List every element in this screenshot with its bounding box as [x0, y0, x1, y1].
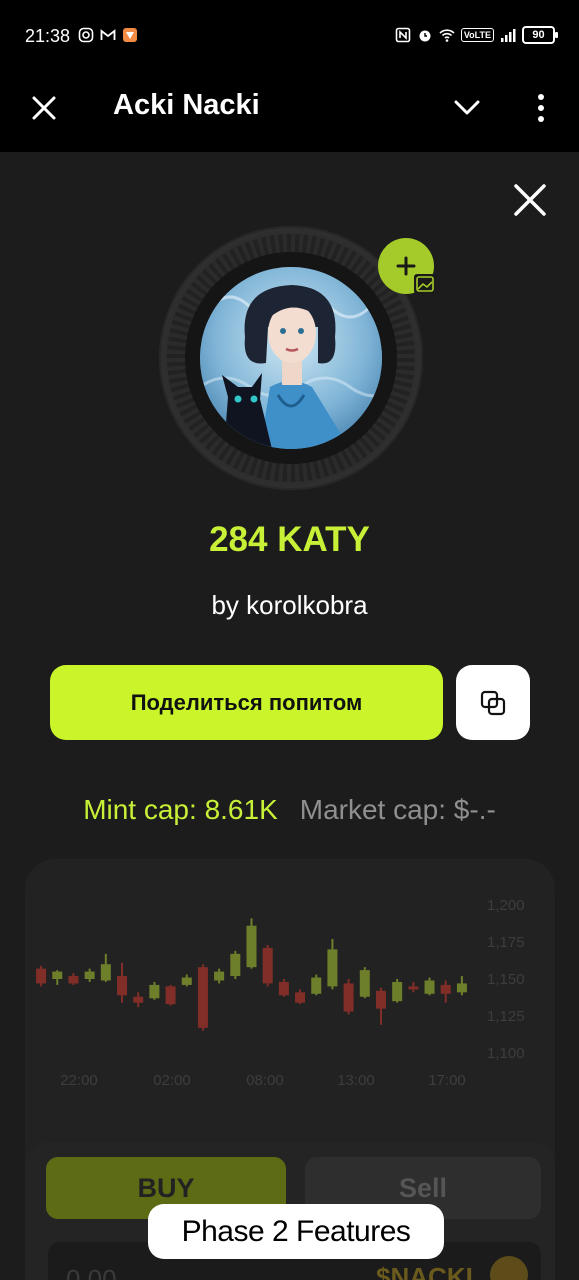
- x-tick-label: 08:00: [246, 1072, 284, 1089]
- mint-cap: Mint cap: 8.61K: [83, 794, 278, 825]
- candle: [68, 973, 79, 985]
- candle: [295, 989, 306, 1005]
- candle: [262, 944, 273, 987]
- battery-icon: 90: [522, 26, 558, 44]
- candle: [424, 977, 435, 996]
- chevron-down-icon[interactable]: [452, 96, 482, 120]
- close-icon[interactable]: [28, 92, 60, 124]
- share-button[interactable]: Поделиться попитом: [50, 665, 443, 740]
- avatar-illustration: [200, 267, 382, 449]
- candle: [278, 979, 289, 997]
- signal-icon: [501, 29, 516, 42]
- system-icons: VoLTE 90: [395, 26, 558, 44]
- candle: [392, 979, 403, 1003]
- candle: [359, 967, 370, 999]
- candle: [117, 962, 128, 1003]
- y-tick-label: 1,175: [487, 934, 525, 951]
- add-image-icon[interactable]: [378, 238, 438, 298]
- candle: [214, 968, 225, 984]
- y-tick-label: 1,100: [487, 1045, 525, 1062]
- candle: [84, 968, 95, 982]
- gmail-icon: [100, 29, 116, 40]
- more-vertical-icon[interactable]: [536, 92, 546, 124]
- candle: [311, 974, 322, 996]
- amount-currency: $NACKL: [376, 1262, 482, 1280]
- candle: [408, 981, 419, 993]
- token-name: 284 KATY: [209, 520, 370, 559]
- close-panel-icon[interactable]: [510, 180, 550, 220]
- status-time: 21:38: [25, 26, 71, 46]
- candle: [181, 974, 192, 987]
- candle: [197, 964, 208, 1031]
- wifi-icon: [439, 29, 455, 42]
- x-tick-label: 17:00: [428, 1072, 466, 1089]
- candle: [327, 939, 338, 990]
- alarm-icon: [419, 30, 431, 42]
- app-title: Acki Nacki: [113, 89, 260, 121]
- x-tick-label: 22:00: [60, 1072, 98, 1089]
- token-author[interactable]: by korolkobra: [0, 590, 579, 621]
- app-bar: Acki Nacki: [0, 72, 579, 152]
- caps-row: Mint cap: 8.61K Market cap: $-.-: [0, 794, 579, 826]
- candle: [440, 980, 451, 1003]
- candle: [456, 976, 467, 996]
- phase-badge: Phase 2 Features: [148, 1204, 444, 1259]
- candle: [230, 950, 241, 979]
- token-panel: 284 KATY by korolkobra Поделиться попито…: [0, 152, 579, 1280]
- candle: [36, 965, 47, 987]
- x-tick-label: 13:00: [337, 1072, 375, 1089]
- candle: [149, 981, 160, 1000]
- copy-button[interactable]: [456, 665, 530, 740]
- candle: [133, 992, 144, 1008]
- notification-icons: [78, 27, 138, 43]
- candle: [343, 979, 354, 1015]
- volte-badge: VoLTE: [460, 28, 494, 42]
- copy-icon: [480, 690, 506, 715]
- candle: [52, 970, 63, 985]
- status-bar: 21:38 VoLTE 90: [0, 0, 579, 72]
- amount-value: 0.00: [66, 1264, 117, 1280]
- instagram-icon: [78, 27, 94, 43]
- brave-icon: [123, 28, 137, 42]
- market-cap: Market cap: $-.-: [299, 794, 496, 825]
- token-avatar: [200, 267, 382, 449]
- candle: [165, 984, 176, 1006]
- candle: [246, 918, 257, 969]
- x-tick-label: 02:00: [153, 1072, 191, 1089]
- y-tick-label: 1,125: [487, 1008, 525, 1025]
- candle: [100, 953, 111, 982]
- y-tick-label: 1,200: [487, 897, 525, 914]
- candle: [375, 987, 386, 1025]
- y-tick-label: 1,150: [487, 971, 525, 988]
- nfc-icon: [395, 27, 411, 43]
